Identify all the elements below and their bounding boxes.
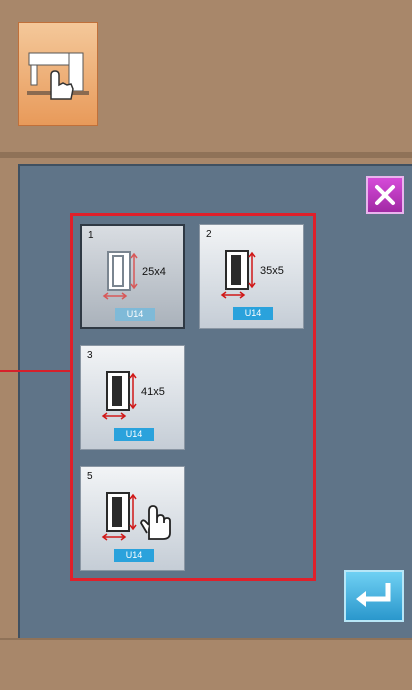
tile-size-label: 41x5 [141,386,165,398]
enter-return-icon [356,583,391,607]
tile-tag: U14 [114,549,154,562]
buttonhole-pattern-icon [101,492,137,541]
buttonhole-pattern-icon [102,251,138,300]
bottom-bar [0,638,412,690]
close-icon [375,185,395,205]
tile-number: 1 [88,230,94,241]
buttonhole-pattern-icon [220,250,256,299]
tile-number: 5 [87,471,93,482]
tile-number: 2 [206,229,212,240]
callout-line [0,370,72,372]
buttonhole-pattern-icon [101,371,137,420]
pattern-tile-2[interactable]: 2 35x5 U14 [199,224,304,329]
sewing-machine-button[interactable] [18,22,98,126]
tile-tag: U14 [115,308,155,321]
close-button[interactable] [366,176,404,214]
tile-size-label: 35x5 [260,265,284,277]
tile-size-label: 25x4 [142,266,166,278]
tile-number: 3 [87,350,93,361]
pattern-tile-1[interactable]: 1 25x4 U14 [80,224,185,329]
pattern-tile-5[interactable]: 5 U14 [80,466,185,571]
header-divider [0,152,412,158]
sewing-machine-hand-icon [27,52,89,100]
hand-pointer-icon [140,505,171,540]
tile-tag: U14 [114,428,154,441]
tile-tag: U14 [233,307,273,320]
enter-button[interactable] [344,570,404,622]
pattern-tile-3[interactable]: 3 41x5 U14 [80,345,185,450]
